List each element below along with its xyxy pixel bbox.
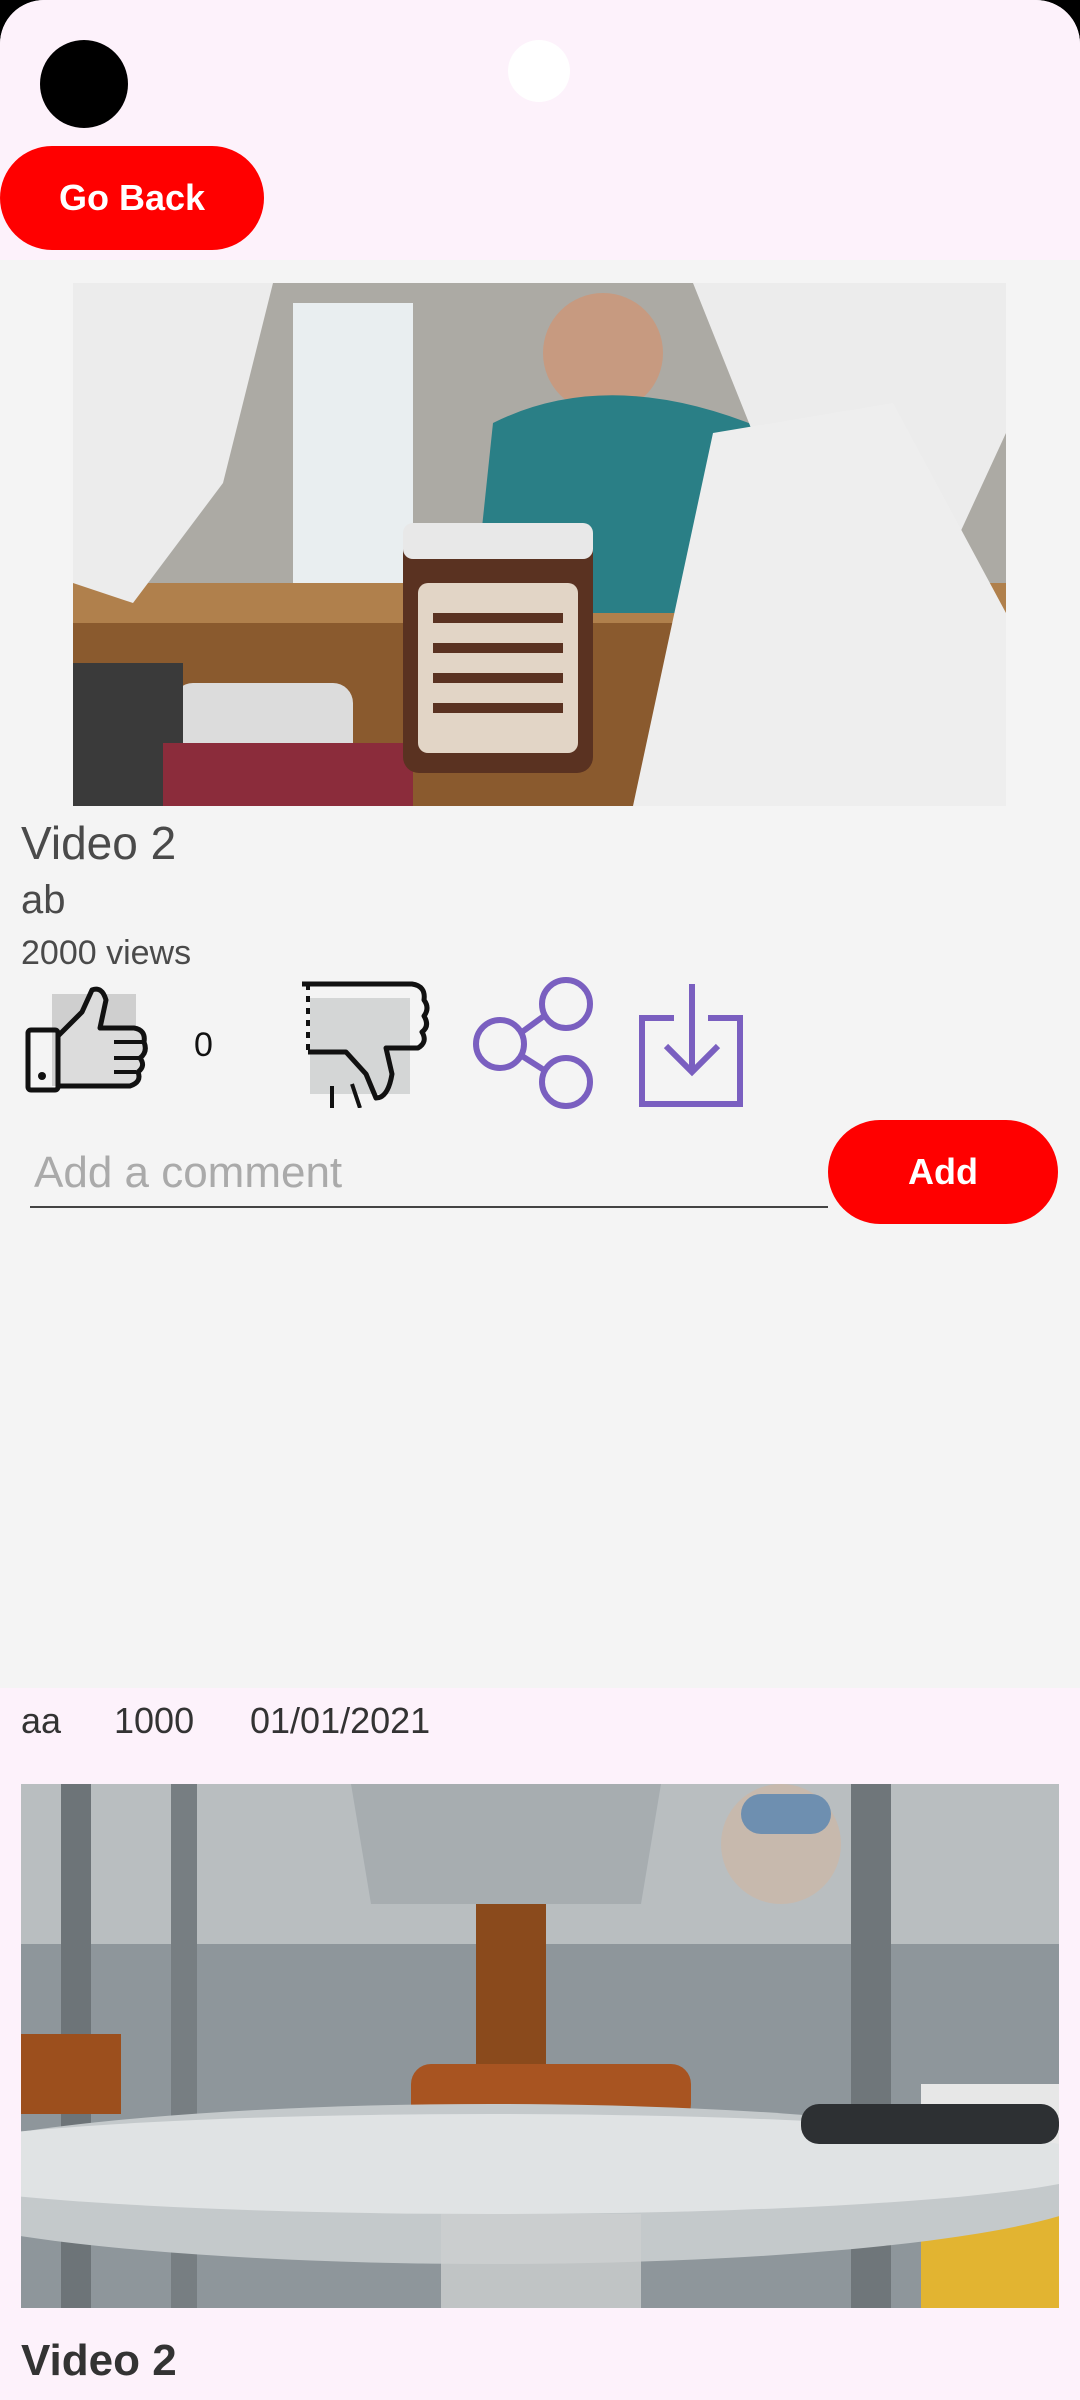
list-item-title[interactable]: Video 2 (21, 2336, 177, 2386)
video-page: Go Back Video 2 ab 2000 views 0 Add a co… (0, 0, 1080, 2400)
list-item-date: 01/01/2021 (250, 1700, 431, 1741)
list-item-thumbnail[interactable] (21, 1784, 1059, 2308)
add-comment-button[interactable]: Add (828, 1120, 1058, 1224)
front-camera-cutout (508, 40, 570, 102)
download-icon[interactable] (636, 980, 748, 1110)
go-back-button[interactable]: Go Back (0, 146, 264, 250)
thumbs-down-icon[interactable] (296, 978, 432, 1109)
comment-input[interactable] (30, 1140, 828, 1208)
status-camera-dot (40, 40, 128, 128)
list-item-author: aa (21, 1700, 62, 1741)
list-item-views: 1000 (114, 1700, 195, 1741)
like-count: 0 (194, 1026, 213, 1064)
video-player[interactable] (73, 283, 1006, 806)
top-bar: Go Back (0, 0, 1080, 260)
video-title: Video 2 (21, 817, 177, 869)
thumbs-up-icon[interactable] (24, 984, 150, 1094)
video-frame-image (73, 283, 1006, 806)
share-icon[interactable] (470, 976, 620, 1110)
thumbnail-image (21, 1784, 1059, 2308)
video-views: 2000 views (21, 934, 192, 972)
video-author: ab (21, 878, 66, 922)
